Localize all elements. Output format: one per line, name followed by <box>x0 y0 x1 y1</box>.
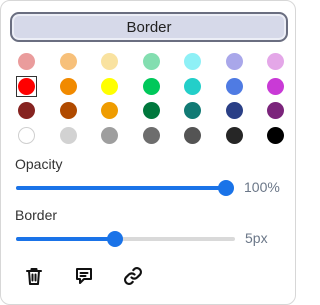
color-swatch-black[interactable] <box>267 126 284 144</box>
color-swatch-yellow-light[interactable] <box>101 53 118 70</box>
color-swatch-orange-light[interactable] <box>59 53 77 70</box>
color-swatch-white[interactable] <box>18 126 35 144</box>
color-swatch-yellow[interactable] <box>101 77 118 95</box>
color-swatch-amber[interactable] <box>101 102 118 119</box>
style-panel: Border Opacity 100% Border 5px <box>0 0 296 305</box>
border-width-value: 5px <box>245 230 268 246</box>
border-slider-fill <box>16 237 115 241</box>
border-slider-thumb[interactable] <box>106 231 123 247</box>
color-swatch-green[interactable] <box>142 77 160 95</box>
link-icon[interactable] <box>122 265 144 287</box>
color-swatch-dark-green[interactable] <box>142 102 160 119</box>
opacity-value: 100% <box>244 179 280 195</box>
color-swatch-dark-teal[interactable] <box>184 102 201 119</box>
color-swatch-gray-light[interactable] <box>101 126 118 144</box>
color-swatch-magenta[interactable] <box>267 77 284 95</box>
swatch-selection-box <box>16 75 37 97</box>
color-swatch-brown[interactable] <box>59 102 77 119</box>
opacity-slider-fill <box>16 186 226 190</box>
color-swatch-purple[interactable] <box>267 102 284 119</box>
color-swatch-red[interactable] <box>16 75 37 97</box>
border-width-slider[interactable] <box>16 231 235 247</box>
opacity-label: Opacity <box>15 156 63 172</box>
color-swatch-green-light[interactable] <box>142 53 160 70</box>
color-swatch-gray-darker[interactable] <box>225 126 243 144</box>
trash-icon[interactable] <box>23 265 45 287</box>
color-swatch-orange[interactable] <box>59 77 77 95</box>
color-swatch-gray-lighter[interactable] <box>59 126 77 144</box>
color-swatch-gray-dark[interactable] <box>184 126 201 144</box>
color-swatch-gray[interactable] <box>142 126 160 144</box>
color-swatch-navy[interactable] <box>225 102 243 119</box>
color-swatch-lavender-light[interactable] <box>225 53 243 70</box>
opacity-slider[interactable] <box>16 180 234 196</box>
color-swatch-teal[interactable] <box>184 77 201 95</box>
comment-icon[interactable] <box>73 265 95 287</box>
color-swatch-rose-light[interactable] <box>18 53 35 70</box>
opacity-slider-thumb[interactable] <box>218 180 234 196</box>
border-width-label: Border <box>15 207 58 223</box>
border-button-label: Border <box>126 18 172 36</box>
color-swatch-maroon[interactable] <box>18 102 35 119</box>
color-swatch-cyan-light[interactable] <box>184 53 201 70</box>
color-swatch-blue[interactable] <box>225 77 243 95</box>
color-swatch-violet-light[interactable] <box>267 53 284 70</box>
border-button[interactable]: Border <box>10 12 288 42</box>
